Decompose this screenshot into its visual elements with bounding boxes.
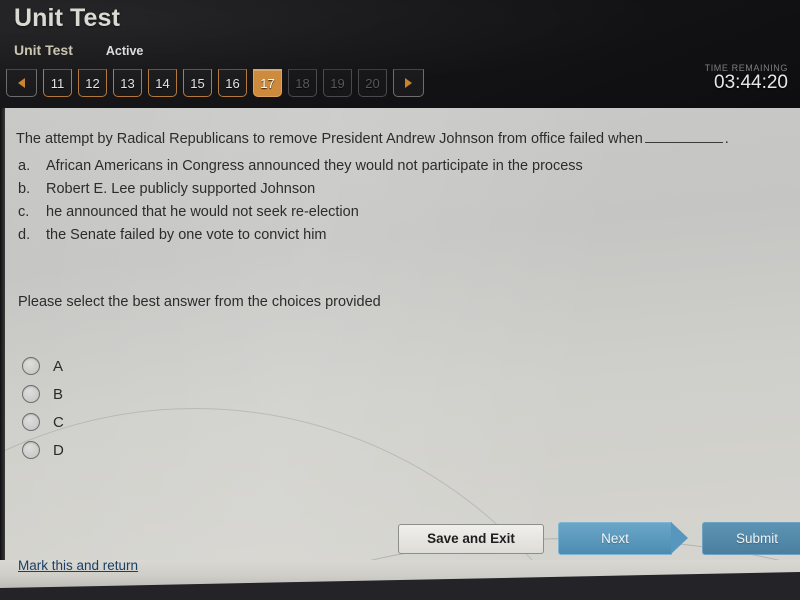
timer-label: TIME REMAINING bbox=[704, 63, 788, 72]
answer-options: ABCD bbox=[22, 352, 64, 464]
answer-option-label: C bbox=[53, 413, 64, 431]
header-bar: Unit Test Unit Test Active 11 12 13 14 15 16 1… bbox=[0, 0, 800, 108]
choice-text: the Senate failed by one vote to convict… bbox=[46, 227, 327, 243]
question-stem-period: . bbox=[724, 131, 729, 147]
mark-this-and-return-link[interactable]: Mark this and return bbox=[18, 558, 138, 573]
radio-button-A[interactable] bbox=[22, 357, 40, 375]
choice-text: he announced that he would not seek re-e… bbox=[46, 204, 359, 220]
question-stem-text: The attempt by Radical Republicans to re… bbox=[16, 131, 643, 147]
choice-letter: d. bbox=[18, 227, 31, 243]
page-title: Unit Test bbox=[14, 4, 120, 32]
choice-text: Robert E. Lee publicly supported Johnson bbox=[46, 181, 316, 197]
status-badge: Active bbox=[105, 44, 144, 58]
question-nav-tabs: 11 12 13 14 15 16 17 18 19 20 bbox=[6, 69, 424, 97]
question-sheet: The attempt by Radical Republicans to re… bbox=[4, 108, 800, 580]
question-tab-18: 18 bbox=[288, 69, 317, 97]
choice-list: a. African Americans in Congress announce… bbox=[18, 155, 758, 247]
question-tab-17[interactable]: 17 bbox=[253, 69, 282, 97]
triangle-left-icon bbox=[18, 78, 25, 88]
choice-row: d. the Senate failed by one vote to convi… bbox=[18, 224, 758, 247]
prev-question-button[interactable] bbox=[6, 69, 37, 97]
question-stem: The attempt by Radical Republicans to re… bbox=[16, 130, 786, 148]
answer-blank bbox=[644, 130, 723, 143]
breadcrumb-test-name: Unit Test bbox=[14, 42, 73, 58]
breadcrumb: Unit Test Active bbox=[14, 42, 143, 58]
choice-row: c. he announced that he would not seek re… bbox=[18, 201, 758, 224]
next-button[interactable]: Next bbox=[558, 522, 688, 555]
triangle-right-icon bbox=[405, 78, 412, 88]
test-screen: Unit Test Unit Test Active 11 12 13 14 15 16 1… bbox=[0, 0, 800, 600]
save-and-exit-button[interactable]: Save and Exit bbox=[398, 523, 544, 554]
radio-button-B[interactable] bbox=[22, 385, 40, 403]
choice-text: African Americans in Congress announced … bbox=[46, 158, 583, 174]
answer-option-D[interactable]: D bbox=[22, 436, 64, 464]
question-tab-16[interactable]: 16 bbox=[218, 69, 247, 97]
choice-letter: a. bbox=[18, 158, 31, 174]
instruction-text: Please select the best answer from the c… bbox=[18, 294, 381, 310]
choice-letter: b. bbox=[18, 181, 31, 197]
radio-button-D[interactable] bbox=[22, 441, 40, 459]
choice-row: a. African Americans in Congress announce… bbox=[18, 155, 758, 178]
question-tab-12[interactable]: 12 bbox=[78, 69, 107, 97]
action-buttons: Save and Exit Next Submit bbox=[398, 522, 800, 555]
question-tab-11[interactable]: 11 bbox=[43, 69, 72, 97]
choice-letter: c. bbox=[18, 204, 30, 220]
question-tab-20: 20 bbox=[358, 69, 387, 97]
answer-option-label: B bbox=[53, 385, 64, 403]
timer-value: 03:44:20 bbox=[714, 72, 788, 93]
next-arrow-icon bbox=[671, 522, 688, 554]
timer: TIME REMAINING 03:44:20 bbox=[705, 62, 788, 93]
answer-option-A[interactable]: A bbox=[22, 352, 64, 380]
question-tab-15[interactable]: 15 bbox=[183, 69, 212, 97]
answer-option-C[interactable]: C bbox=[22, 408, 64, 436]
answer-option-label: D bbox=[53, 441, 64, 459]
next-button-label: Next bbox=[601, 531, 629, 546]
sheet-left-edge bbox=[0, 108, 5, 580]
choice-row: b. Robert E. Lee publicly supported Johns… bbox=[18, 178, 758, 201]
question-tab-13[interactable]: 13 bbox=[113, 69, 142, 97]
answer-option-B[interactable]: B bbox=[22, 380, 64, 408]
radio-button-C[interactable] bbox=[22, 413, 40, 431]
next-question-button[interactable] bbox=[393, 69, 424, 97]
answer-option-label: A bbox=[53, 357, 64, 375]
question-tab-19: 19 bbox=[323, 69, 352, 97]
submit-button[interactable]: Submit bbox=[702, 522, 800, 555]
question-tab-14[interactable]: 14 bbox=[148, 69, 177, 97]
